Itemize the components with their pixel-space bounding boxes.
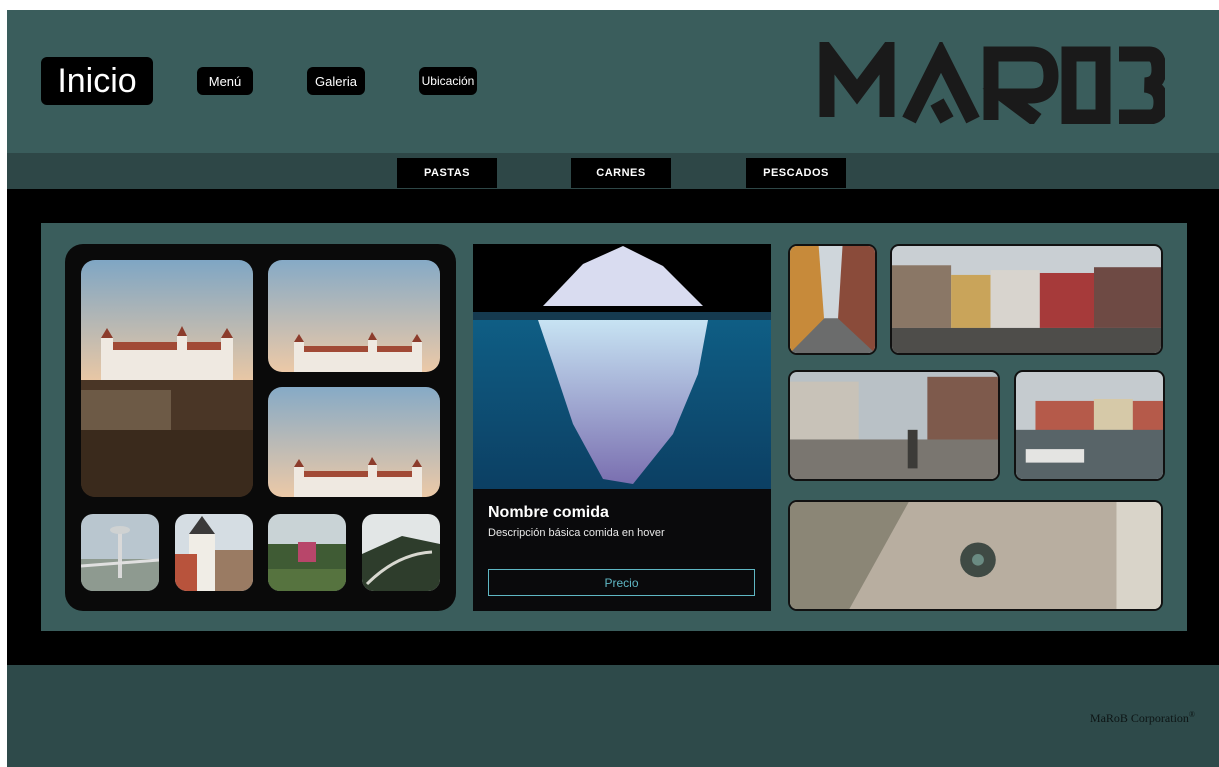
gallery-photo-square-fountain[interactable]: [788, 370, 1000, 481]
page: Inicio Menú Galeria Ubicación PASTAS CAR…: [7, 10, 1219, 767]
food-card-description: Descripción básica comida en hover: [488, 527, 665, 539]
gallery-photo-castle-2[interactable]: [268, 260, 440, 372]
price-button[interactable]: Precio: [488, 569, 755, 596]
food-card[interactable]: Nombre comida Descripción básica comida …: [473, 244, 771, 611]
registered-mark: ®: [1188, 710, 1195, 719]
gallery-photo-canal-houses[interactable]: [890, 244, 1163, 355]
copyright-text: MaRoB Corporation: [1089, 711, 1189, 725]
nav-location-button[interactable]: Ubicación: [419, 67, 477, 95]
gallery-photo-hill-castle[interactable]: [268, 514, 346, 591]
content-band: Nombre comida Descripción básica comida …: [7, 189, 1219, 665]
gallery-photo-bridge[interactable]: [81, 514, 159, 591]
food-card-title: Nombre comida: [488, 504, 609, 521]
copyright: MaRoB Corporation®: [1090, 710, 1195, 726]
header: Inicio Menú Galeria Ubicación: [7, 10, 1219, 153]
category-bar: PASTAS CARNES PESCADOS: [7, 153, 1219, 189]
nav-home-button[interactable]: Inicio: [41, 57, 153, 105]
gallery-photo-harbor[interactable]: [1014, 370, 1165, 481]
category-pescados-button[interactable]: PESCADOS: [746, 158, 846, 188]
gallery-photo-church[interactable]: [175, 514, 253, 591]
castle-gallery: [65, 244, 456, 611]
category-pastas-button[interactable]: PASTAS: [397, 158, 497, 188]
food-card-image: [473, 244, 771, 489]
gallery-photo-forest-road[interactable]: [362, 514, 440, 591]
category-carnes-button[interactable]: CARNES: [571, 158, 671, 188]
gallery-photo-street[interactable]: [788, 244, 877, 355]
marob-logo: [819, 42, 1165, 124]
gallery-photo-castle-large[interactable]: [81, 260, 253, 497]
content-panel: Nombre comida Descripción básica comida …: [41, 223, 1187, 631]
gallery-photo-plaza-aerial[interactable]: [788, 500, 1163, 611]
gallery-photo-castle-3[interactable]: [268, 387, 440, 497]
nav-menu-button[interactable]: Menú: [197, 67, 253, 95]
nav-gallery-button[interactable]: Galeria: [307, 67, 365, 95]
